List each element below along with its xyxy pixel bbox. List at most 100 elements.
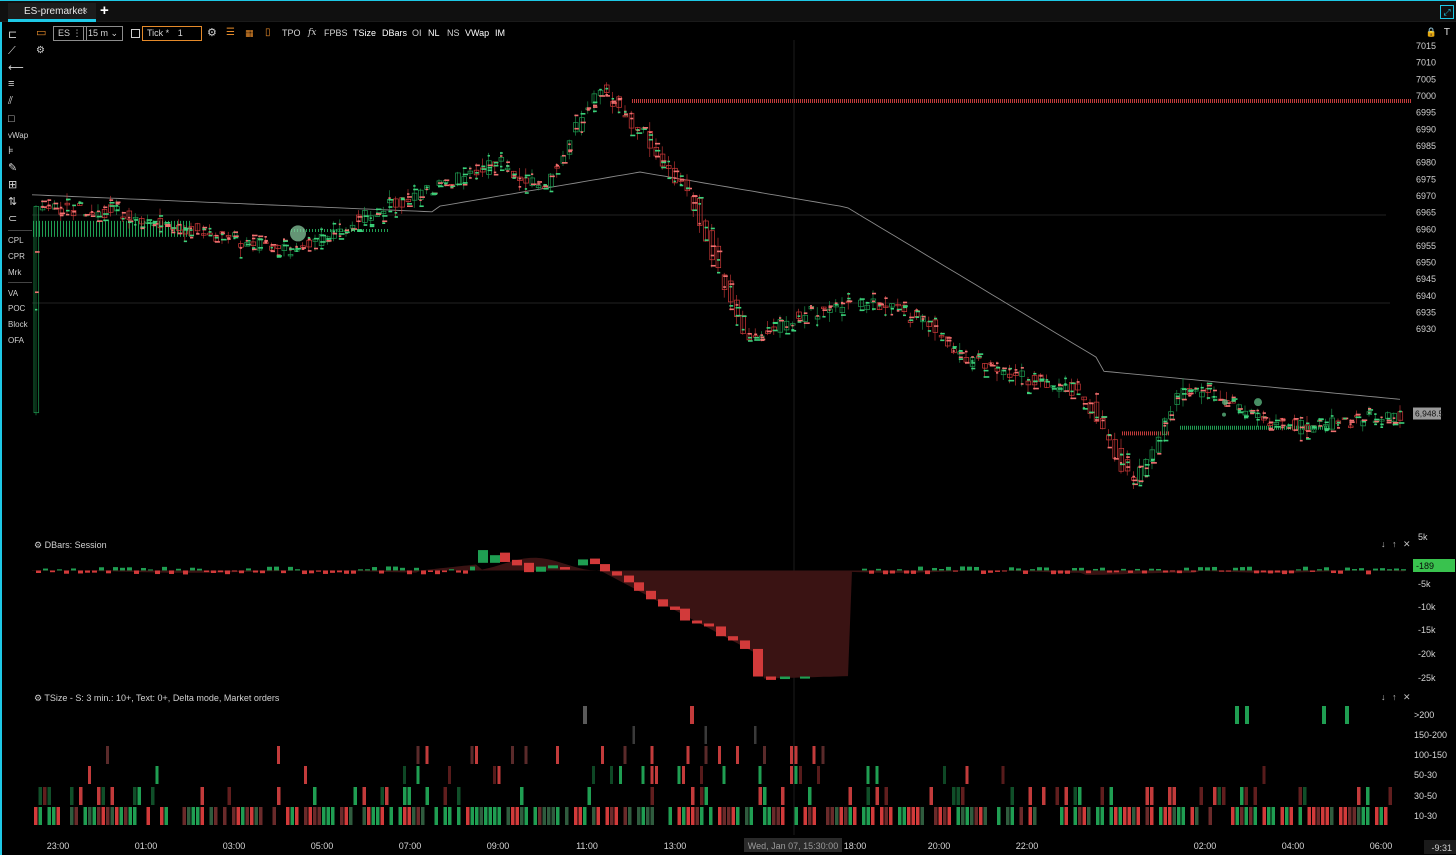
footprint-cell (1163, 422, 1169, 425)
tsize-bar (718, 807, 722, 825)
tsize-bar (916, 807, 920, 825)
tsize-bar (736, 746, 739, 764)
delta-bar (1177, 570, 1182, 574)
footprint-cell (493, 164, 499, 167)
footprint-cell (500, 165, 503, 168)
footprint-cell (72, 210, 77, 213)
footprint-cell (549, 175, 555, 178)
delta-bar (400, 567, 405, 571)
footprint-cell (258, 238, 264, 241)
tsize-bar (1322, 706, 1326, 724)
tsize-bar (196, 807, 200, 825)
footprint-cell (41, 200, 48, 203)
candle-body (703, 220, 709, 242)
tsize-bar (830, 807, 834, 825)
tsize-bar (1366, 807, 1370, 825)
footprint-cell (624, 111, 627, 113)
footprint-cell (258, 247, 264, 249)
tsize-bar (83, 807, 87, 825)
footprint-cell (1188, 392, 1194, 395)
tsize-bar (250, 807, 254, 825)
tsize-panel-title[interactable]: ⚙ TSize - S: 3 min.: 10+, Text: 0+, Delt… (34, 693, 279, 704)
footprint-cell (1256, 418, 1260, 421)
footprint-cell (357, 220, 361, 223)
delta-bar (372, 567, 377, 571)
tsize-panel[interactable] (34, 706, 1392, 825)
footprint-cell (1051, 385, 1056, 388)
tsize-bar (56, 807, 60, 825)
footprint-cell (66, 198, 70, 201)
tsize-bar (690, 706, 694, 724)
delta-bar (536, 566, 546, 572)
footprint-cell (797, 315, 801, 317)
delta-bar (148, 569, 153, 571)
dbars-gear-icon[interactable]: ⚙ (34, 540, 42, 550)
footprint-cell (1268, 421, 1274, 424)
footprint-cell (1182, 398, 1187, 401)
delta-bar (78, 570, 83, 574)
delta-bar (1163, 570, 1168, 573)
footprint-cell (233, 235, 239, 238)
tsize-bar (1262, 766, 1266, 784)
footprint-cell (419, 205, 424, 208)
footprint-cell (679, 175, 684, 177)
tsize-panel-buttons[interactable]: ↓ ↑ ✕ (1381, 692, 1413, 703)
delta-bar (71, 568, 76, 571)
footprint-cell (512, 173, 517, 176)
candle-body (1013, 372, 1019, 376)
chart-canvas[interactable]: 7015 7010 7005 7000 6995 6990 6985 6980 6975 6970… (0, 0, 1456, 855)
tsize-bar (1096, 807, 1100, 825)
footprint-cell (555, 164, 560, 167)
imbalance-marker (1222, 399, 1228, 406)
price-chart[interactable] (31, 40, 1412, 835)
price-tick-label: 6960 (1416, 224, 1436, 234)
footprint-cell (636, 129, 640, 131)
tsize-bar (650, 787, 654, 805)
tsize-gear-icon[interactable]: ⚙ (34, 693, 42, 703)
tsize-bar (349, 807, 353, 825)
footprint-cell (1225, 405, 1231, 407)
footprint-cell (934, 317, 938, 320)
tsize-bar (1006, 807, 1010, 825)
footprint-cell (1213, 389, 1217, 392)
dbars-panel-title[interactable]: ⚙ DBars: Session (34, 540, 107, 551)
tsize-bar (1181, 807, 1185, 825)
footprint-cell (983, 376, 990, 378)
footprint-cell (115, 209, 120, 211)
price-tick-label: 7015 (1416, 41, 1436, 51)
price-tick-label: 6970 (1416, 191, 1436, 201)
dbars-panel-buttons[interactable]: ↓ ↑ ✕ (1381, 539, 1413, 550)
tsize-bar (151, 787, 155, 805)
footprint-cell (729, 285, 733, 288)
footprint-cell (872, 300, 875, 303)
footprint-cell (909, 316, 915, 319)
tsize-bar (524, 807, 528, 825)
footprint-cell (940, 339, 945, 342)
delta-bar (1198, 567, 1203, 571)
delta-area (32, 557, 852, 679)
tsize-bar (1078, 807, 1082, 825)
footprint-cell (190, 234, 194, 237)
footprint-cell (1355, 416, 1361, 419)
tsize-bucket-label: 10-30 (1414, 811, 1437, 821)
tsize-title-text: TSize - S: 3 min.: 10+, Text: 0+, Delta … (44, 693, 280, 703)
tsize-bar (362, 807, 366, 825)
delta-bar (1352, 569, 1357, 571)
delta-bar (463, 570, 468, 574)
dbars-title-text: DBars: Session (44, 540, 107, 550)
footprint-cell (1262, 417, 1269, 419)
footprint-cell (537, 181, 543, 183)
footprint-cell (1200, 389, 1207, 392)
tsize-bar (1082, 807, 1086, 825)
tsize-bar (497, 766, 501, 784)
footprint-cell (159, 230, 163, 233)
footprint-cell (593, 110, 597, 113)
delta-bar (1079, 567, 1084, 571)
tsize-bar (1361, 807, 1365, 825)
footprint-cell (419, 199, 422, 202)
tsize-bar (1010, 807, 1014, 825)
delta-panel[interactable] (32, 550, 1406, 680)
footprint-cell (1380, 416, 1383, 419)
footprint-cell (128, 216, 131, 219)
tsize-bar (1316, 807, 1320, 825)
